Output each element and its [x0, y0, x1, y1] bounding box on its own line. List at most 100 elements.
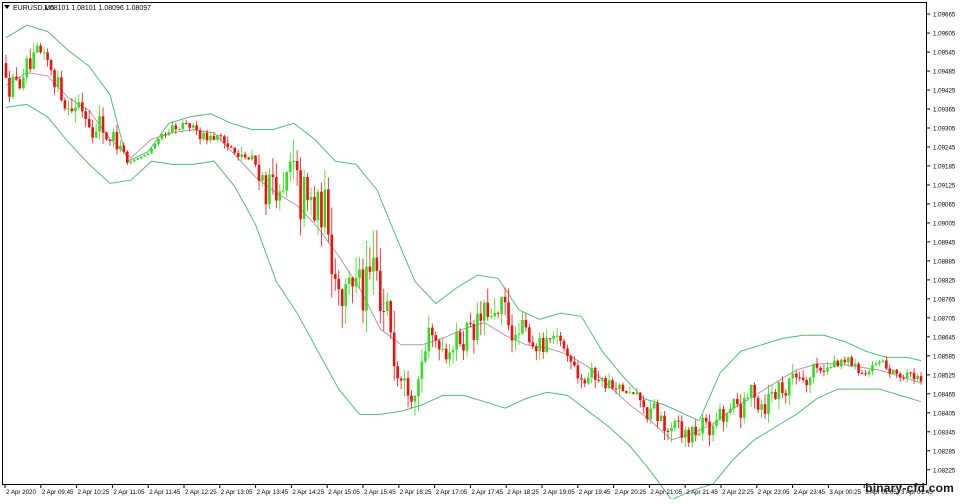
bear-candle [212, 135, 216, 140]
bear-candle [774, 391, 777, 399]
bear-candle [534, 346, 538, 352]
bear-candle [247, 157, 250, 160]
bull-candle [715, 419, 718, 426]
bull-candle [607, 380, 611, 389]
y-tick-label: 1.08285 [933, 448, 956, 455]
y-tick-label: 1.08705 [933, 315, 956, 322]
bear-candle [406, 378, 410, 396]
bear-candle [462, 344, 465, 351]
bear-candle [656, 403, 659, 422]
bear-candle [528, 327, 531, 343]
bear-candle [205, 132, 209, 141]
bull-candle [729, 408, 732, 413]
y-tick-label: 1.08945 [933, 239, 956, 246]
bull-candle [417, 379, 420, 397]
bear-candle [614, 388, 618, 390]
bear-candle [784, 392, 788, 396]
y-tick-label: 1.09365 [933, 107, 956, 114]
bull-candle [129, 161, 133, 163]
bull-candle [718, 408, 722, 420]
bull-candle [261, 175, 264, 181]
bear-candle [850, 357, 853, 366]
bear-candle [638, 392, 642, 401]
bear-candle [898, 373, 902, 378]
bear-candle [694, 426, 698, 436]
bear-candle [805, 380, 808, 386]
bull-candle [874, 363, 878, 365]
bull-candle [635, 392, 639, 394]
bear-candle [632, 392, 635, 394]
y-tick-label: 1.09245 [933, 144, 956, 151]
bull-candle [808, 377, 812, 386]
bull-candle [846, 357, 850, 363]
bull-candle [420, 361, 424, 380]
bull-candle [590, 367, 594, 378]
x-tick-label: 2 Apr 13:45 [257, 489, 289, 496]
bull-candle [555, 335, 559, 337]
chart-background [0, 0, 960, 499]
bear-candle [836, 360, 840, 367]
watermark: binary-cfd.com [865, 481, 954, 495]
bear-candle [472, 323, 476, 341]
bear-candle [722, 408, 725, 422]
bull-candle [732, 398, 736, 409]
bear-candle [860, 373, 864, 375]
bull-candle [867, 371, 871, 375]
bull-candle [451, 349, 455, 353]
bull-candle [35, 45, 39, 53]
bear-candle [60, 77, 63, 101]
bear-candle [295, 160, 299, 171]
bull-candle [167, 132, 171, 136]
x-tick-label: 2 Apr 15:05 [328, 489, 360, 496]
bull-candle [191, 125, 195, 128]
bear-candle [912, 372, 916, 380]
bull-candle [521, 319, 524, 334]
bull-candle [372, 257, 375, 272]
y-tick-label: 1.09545 [933, 50, 956, 57]
bear-candle [597, 379, 600, 381]
bear-candle [431, 327, 434, 336]
bull-candle [749, 384, 753, 398]
bull-candle [216, 135, 219, 140]
bear-candle [798, 377, 801, 379]
bull-candle [347, 277, 351, 285]
bull-candle [292, 160, 295, 162]
bear-candle [275, 177, 278, 201]
bear-candle [70, 108, 74, 112]
y-tick-label: 1.09065 [933, 201, 956, 208]
bear-candle [351, 277, 354, 287]
bear-candle [496, 312, 500, 314]
bull-candle [302, 176, 306, 220]
y-tick-label: 1.08765 [933, 296, 956, 303]
bull-candle [22, 77, 25, 89]
bull-candle [652, 403, 656, 409]
bear-candle [819, 367, 822, 371]
x-tick-label: 2 Apr 13:05 [221, 489, 253, 496]
bear-candle [53, 70, 56, 88]
bear-candle [195, 125, 198, 131]
bull-candle [905, 372, 909, 379]
bull-candle [697, 433, 701, 436]
x-tick-label: 2 Apr 2020 [6, 489, 36, 496]
bear-candle [382, 311, 386, 313]
bull-candle [891, 369, 895, 374]
x-tick-label: 2 Apr 11:05 [113, 489, 145, 496]
bull-candle [358, 269, 361, 278]
bull-candle [878, 362, 881, 364]
bear-candle [198, 130, 202, 140]
price-chart[interactable]: 1.09665 1.09605 1.09545 1.09485 1.09425 1.093… [0, 0, 960, 501]
bear-candle [368, 266, 372, 272]
bear-candle [888, 368, 892, 374]
bear-candle [864, 373, 867, 375]
chart-svg[interactable]: 1.09665 1.09605 1.09545 1.09485 1.09425 1.093… [0, 0, 960, 501]
bear-candle [313, 196, 316, 221]
bear-candle [708, 421, 711, 436]
bull-candle [385, 301, 389, 312]
bull-candle [77, 102, 81, 108]
bull-candle [552, 335, 555, 339]
bull-candle [826, 367, 829, 372]
bull-candle [56, 77, 60, 88]
bull-candle [427, 327, 431, 352]
bull-candle [618, 384, 621, 390]
bull-candle [42, 52, 46, 54]
